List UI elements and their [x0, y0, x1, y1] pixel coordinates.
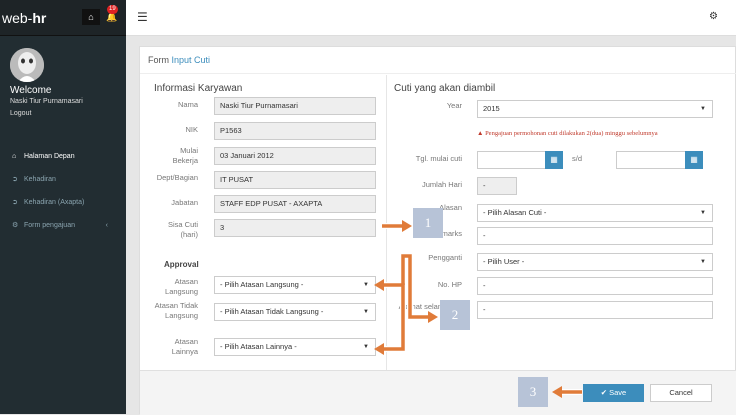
user-name: Naski Tiur Purnamasari — [10, 98, 83, 105]
form-footer — [140, 370, 736, 415]
mulai-bekerja-label: Mulai Bekerja — [172, 146, 198, 165]
column-divider — [386, 75, 387, 371]
tgl-mulai-label: Tgl. mulai cuti — [415, 154, 462, 163]
sidebar: web-hr ⌂ 🔔 19 Welcome Naski Tiur Purnama… — [0, 0, 126, 414]
sign-in-icon: ➲ — [12, 199, 18, 206]
nik-field: P1563 — [214, 122, 376, 140]
caret-down-icon: ▼ — [363, 282, 369, 288]
notification-button[interactable]: 🔔 19 — [104, 5, 120, 25]
sign-in-icon: ➲ — [12, 176, 18, 183]
sisa-cuti-label: Sisa Cuti (hari) — [167, 220, 198, 239]
save-label: Save — [609, 388, 627, 397]
notification-badge: 19 — [107, 5, 118, 14]
atasan-langsung-select[interactable]: - Pilih Atasan Langsung - ▼ — [214, 276, 376, 294]
select-value: - Pilih Atasan Lainnya - — [220, 342, 297, 351]
sidebar-item-label: Kehadiran (Axapta) — [24, 199, 85, 206]
sidebar-item-label: Kehadiran — [24, 176, 56, 183]
caret-down-icon: ▼ — [363, 344, 369, 350]
atasan-lainnya-label: Atasan Lainnya — [171, 337, 198, 356]
hamburger-menu-icon[interactable]: ☰ — [137, 10, 148, 24]
pengganti-select[interactable]: - Pilih User - ▼ — [477, 253, 713, 271]
caret-down-icon: ▼ — [700, 210, 706, 216]
sidebar-item-form-pengajuan[interactable]: ⚙ Form pengajuan ‹ — [0, 217, 126, 240]
sisa-cuti-field: 3 — [214, 219, 376, 237]
tgl-selesai-input[interactable] — [616, 151, 686, 169]
brand-bar: web-hr ⌂ 🔔 19 — [0, 0, 126, 36]
jumlah-hari-field: - — [477, 177, 517, 195]
select-value: - Pilih Atasan Tidak Langsung - — [220, 307, 324, 316]
nama-label: Nama — [177, 100, 198, 109]
user-panel: Welcome Naski Tiur Purnamasari Logout — [0, 40, 126, 130]
callout-2: 2 — [440, 300, 470, 330]
calendar-icon[interactable]: ▦ — [545, 151, 563, 169]
jabatan-label: Jabatan — [171, 198, 198, 207]
avatar — [10, 48, 44, 82]
year-select[interactable]: 2015 ▼ — [477, 100, 713, 118]
jumlah-hari-label: Jumlah Hari — [421, 180, 462, 189]
save-button[interactable]: ✔ Save — [583, 384, 644, 402]
jabatan-field: STAFF EDP PUSAT - AXAPTA — [214, 195, 376, 213]
section-heading-cuti: Cuti yang akan diambil — [394, 83, 496, 94]
welcome-text: Welcome — [10, 85, 52, 96]
app-logo[interactable]: web-hr — [2, 10, 46, 26]
gear-icon: ⚙ — [12, 222, 19, 229]
no-hp-input[interactable]: - — [477, 277, 713, 295]
alamat-input[interactable]: - — [477, 301, 713, 319]
select-value: 2015 — [483, 104, 500, 113]
dept-field: IT PUSAT — [214, 171, 376, 189]
atasan-langsung-label: Atasan Langsung — [165, 277, 198, 296]
nik-label: NIK — [185, 125, 198, 134]
caret-down-icon: ▼ — [363, 309, 369, 315]
approval-heading: Approval — [164, 260, 199, 269]
select-value: - Pilih Alasan Cuti - — [483, 208, 547, 217]
sidebar-item-label: Form pengajuan — [24, 222, 75, 229]
home-icon: ⌂ — [12, 153, 17, 160]
check-icon: ✔ — [600, 388, 610, 397]
callout-1: 1 — [413, 208, 443, 238]
logout-link[interactable]: Logout — [10, 110, 31, 117]
sidebar-menu: ⌂ Halaman Depan ➲ Kehadiran ➲ Kehadiran (Ax… — [0, 148, 126, 240]
alasan-select[interactable]: - Pilih Alasan Cuti - ▼ — [477, 204, 713, 222]
mulai-bekerja-field: 03 Januari 2012 — [214, 147, 376, 165]
chevron-left-icon: ‹ — [105, 222, 108, 229]
dept-label: Dept/Bagian — [156, 173, 198, 182]
caret-down-icon: ▼ — [700, 106, 706, 112]
divider — [140, 73, 736, 74]
sidebar-item-halaman-depan[interactable]: ⌂ Halaman Depan — [0, 148, 126, 171]
home-icon[interactable]: ⌂ — [82, 9, 100, 25]
tgl-mulai-input[interactable] — [477, 151, 547, 169]
caret-down-icon: ▼ — [700, 259, 706, 265]
pengganti-label: Pengganti — [428, 253, 462, 262]
select-value: - Pilih Atasan Langsung - — [220, 280, 304, 289]
atasan-tidak-langsung-label: Atasan Tidak Langsung — [154, 301, 198, 320]
select-value: - Pilih User - — [483, 257, 525, 266]
callout-3: 3 — [518, 377, 548, 407]
gear-icon[interactable]: ⚙ — [709, 11, 718, 22]
section-heading-informasi: Informasi Karyawan — [154, 83, 243, 94]
sd-label: s/d — [572, 154, 583, 163]
cancel-button[interactable]: Cancel — [650, 384, 712, 402]
sidebar-item-kehadiran-axapta[interactable]: ➲ Kehadiran (Axapta) — [0, 194, 126, 217]
top-navbar: ☰ ⚙ — [126, 0, 736, 36]
nama-field: Naski Tiur Purnamasari — [214, 97, 376, 115]
page-title: Form Input Cuti — [148, 55, 211, 65]
sidebar-item-label: Halaman Depan — [24, 153, 75, 160]
calendar-icon[interactable]: ▦ — [685, 151, 703, 169]
no-hp-label: No. HP — [437, 280, 462, 289]
sidebar-item-kehadiran[interactable]: ➲ Kehadiran — [0, 171, 126, 194]
warning-message: ▲ Pengajuan permohonan cuti dilakukan 2(… — [477, 130, 658, 137]
warning-icon: ▲ — [477, 130, 486, 137]
remarks-input[interactable]: - — [477, 227, 713, 245]
atasan-tidak-langsung-select[interactable]: - Pilih Atasan Tidak Langsung - ▼ — [214, 303, 376, 321]
year-label: Year — [446, 101, 462, 110]
atasan-lainnya-select[interactable]: - Pilih Atasan Lainnya - ▼ — [214, 338, 376, 356]
